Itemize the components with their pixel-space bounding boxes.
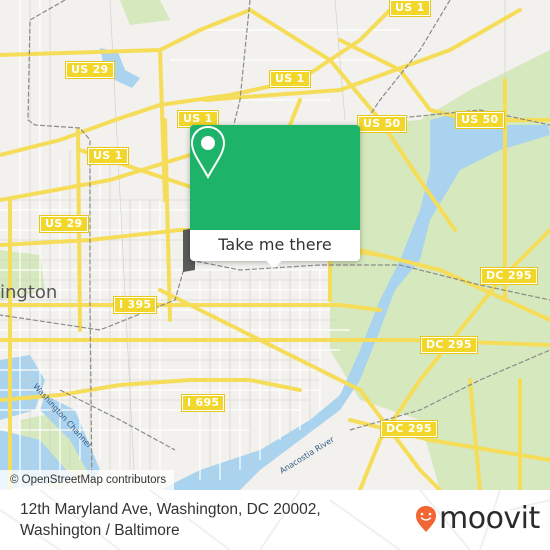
- brand-name: moovit: [439, 501, 540, 536]
- popup-pointer: [264, 259, 284, 268]
- map-attribution[interactable]: © OpenStreetMap contributors: [0, 470, 175, 490]
- route-shield-us50: US 50: [455, 111, 505, 129]
- address-line-2: Washington / Baltimore: [20, 522, 180, 539]
- route-shield-us29: US 29: [39, 215, 89, 233]
- map-view[interactable]: ington Washington Channel Anacostia Rive…: [0, 0, 550, 490]
- route-shield-i395: I 395: [112, 296, 158, 314]
- route-shield-dc295: DC 295: [380, 420, 438, 438]
- route-shield-us1: US 1: [87, 147, 129, 165]
- city-label: ington: [0, 282, 58, 303]
- route-shield-us1: US 1: [389, 0, 431, 17]
- route-shield-us50: US 50: [357, 115, 407, 133]
- address-line-1: 12th Maryland Ave, Washington, DC 20002,: [20, 501, 321, 518]
- park-north: [120, 0, 170, 25]
- route-shield-dc295: DC 295: [480, 267, 538, 285]
- map-pin-icon: [190, 125, 226, 179]
- popup-header: [190, 125, 360, 230]
- moovit-logo-icon: [416, 506, 436, 532]
- location-popup: Take me there: [190, 125, 360, 268]
- route-shield-us29: US 29: [65, 61, 115, 79]
- moovit-brand[interactable]: moovit: [415, 502, 540, 536]
- route-shield-i695: I 695: [180, 394, 226, 412]
- address: 12th Maryland Ave, Washington, DC 20002,…: [20, 499, 321, 541]
- footer: 12th Maryland Ave, Washington, DC 20002,…: [0, 490, 550, 550]
- route-shield-us1: US 1: [269, 70, 311, 88]
- take-me-there-button[interactable]: Take me there: [190, 230, 360, 261]
- route-shield-dc295: DC 295: [420, 336, 478, 354]
